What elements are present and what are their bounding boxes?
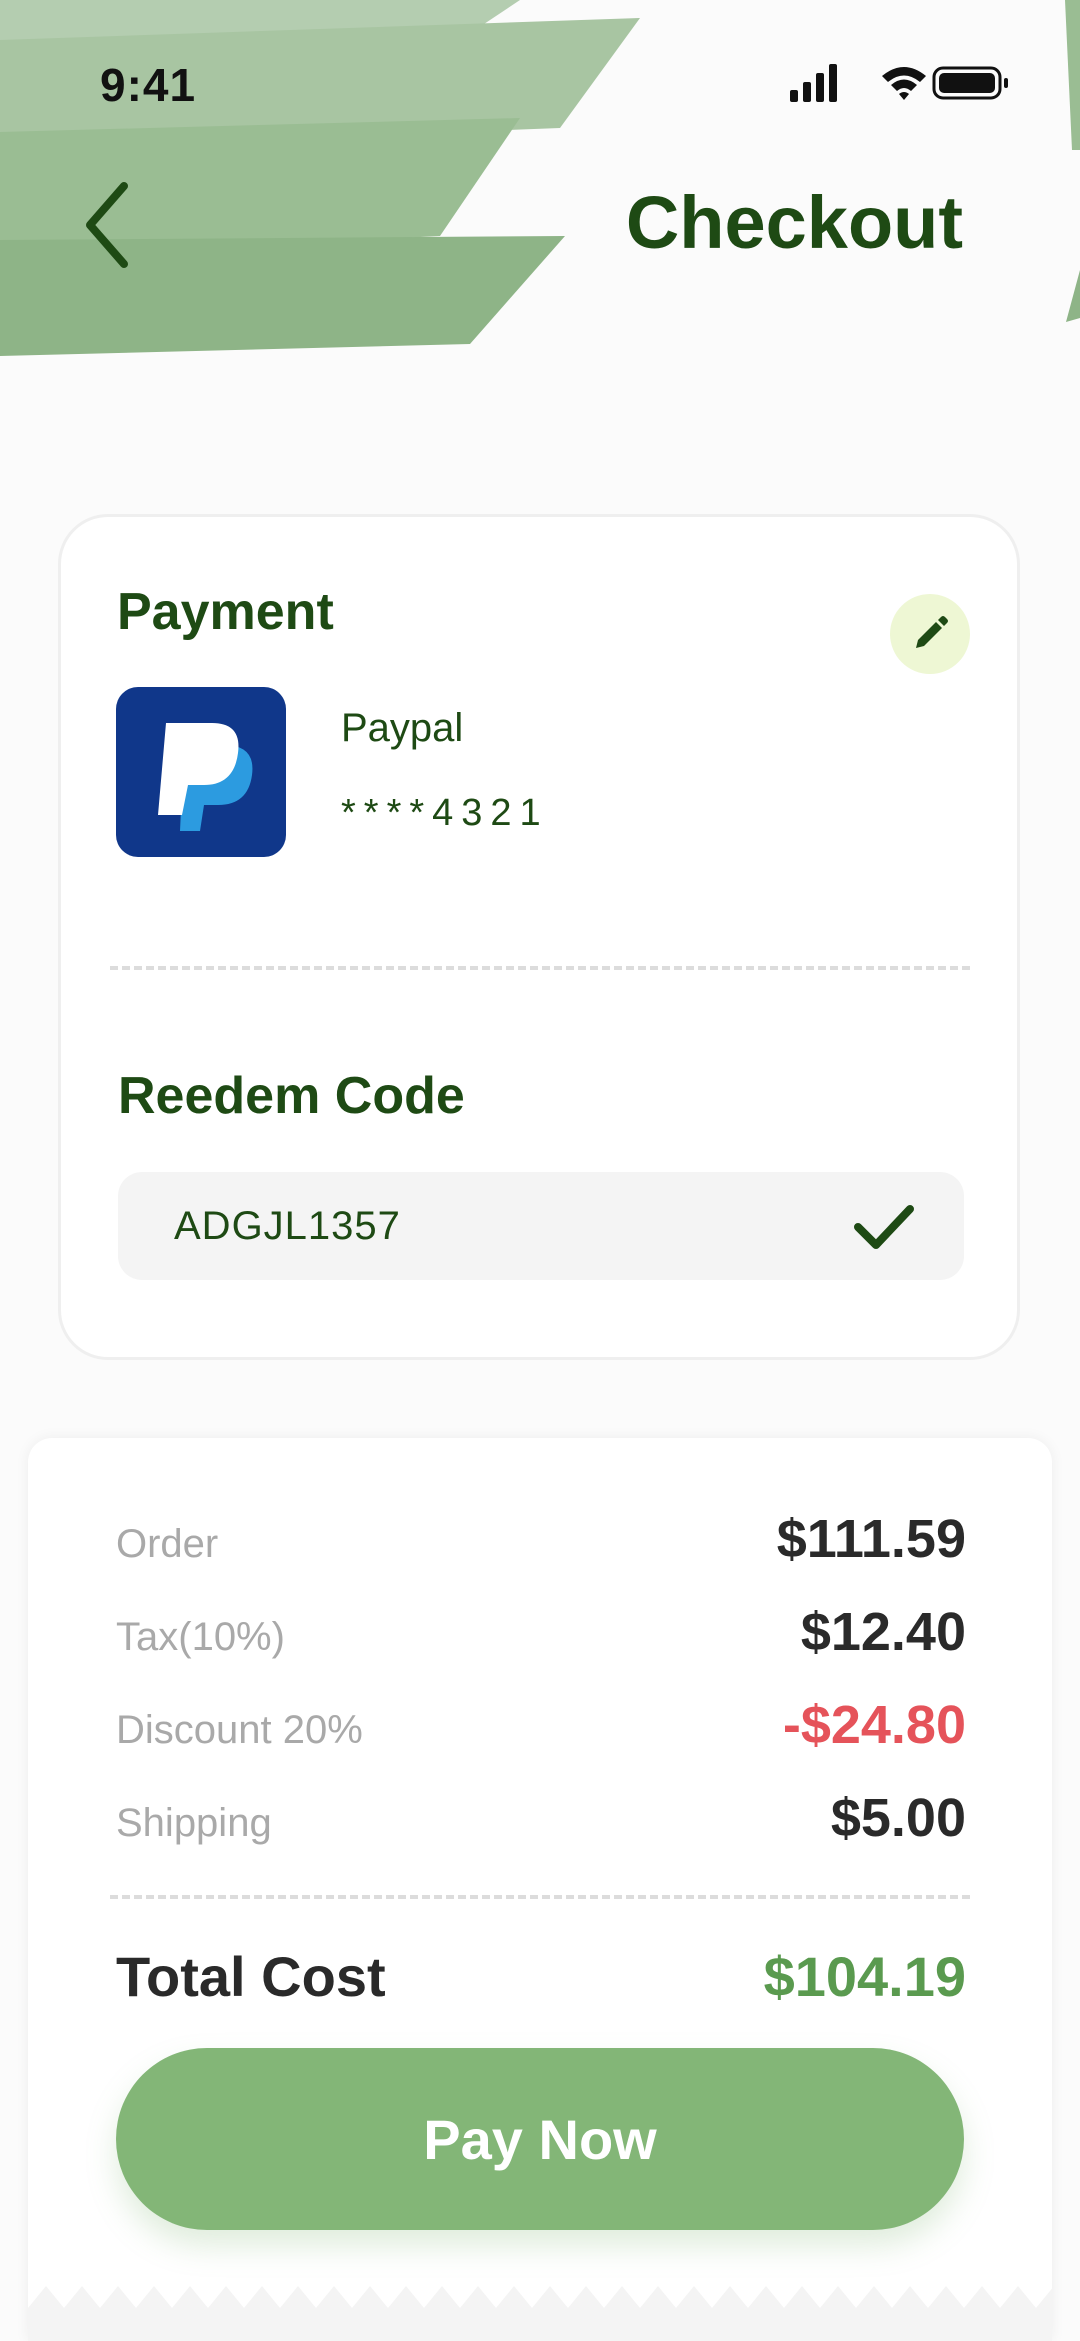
total-cost-value: $104.19 <box>763 1945 966 2008</box>
summary-value-discount: -$24.80 <box>782 1695 966 1755</box>
cellular-signal-icon <box>790 64 837 102</box>
redeem-code-input[interactable]: ADGJL1357 <box>118 1172 964 1280</box>
check-icon <box>854 1205 914 1249</box>
payment-section-title: Payment <box>117 583 334 641</box>
summary-value-tax: $12.40 <box>800 1602 966 1662</box>
status-icons <box>790 64 1008 102</box>
page-title: Checkout <box>625 181 963 264</box>
edit-payment-button[interactable] <box>890 594 970 674</box>
pay-now-button[interactable]: Pay Now <box>116 2048 964 2230</box>
total-cost-label: Total Cost <box>116 1945 386 2008</box>
redeem-section-title: Reedem Code <box>118 1067 465 1125</box>
divider <box>110 1895 970 1899</box>
paypal-logo <box>116 687 286 857</box>
battery-icon <box>932 66 1008 100</box>
summary-label-discount: Discount 20% <box>116 1708 363 1752</box>
receipt-zigzag-edge <box>28 2286 1052 2341</box>
summary-label-tax: Tax(10%) <box>116 1615 285 1659</box>
masked-card-number: ****4321 <box>341 792 549 834</box>
summary-label-order: Order <box>116 1522 219 1566</box>
summary-value-shipping: $5.00 <box>830 1788 966 1848</box>
status-time: 9:41 <box>100 59 197 111</box>
chevron-left-icon <box>86 182 128 268</box>
summary-value-order: $111.59 <box>776 1509 966 1569</box>
wifi-icon <box>882 67 926 100</box>
summary-label-shipping: Shipping <box>116 1801 272 1845</box>
pencil-icon <box>916 616 948 648</box>
back-button[interactable] <box>78 180 138 270</box>
divider <box>110 966 970 970</box>
payment-method-name: Paypal <box>341 706 464 750</box>
